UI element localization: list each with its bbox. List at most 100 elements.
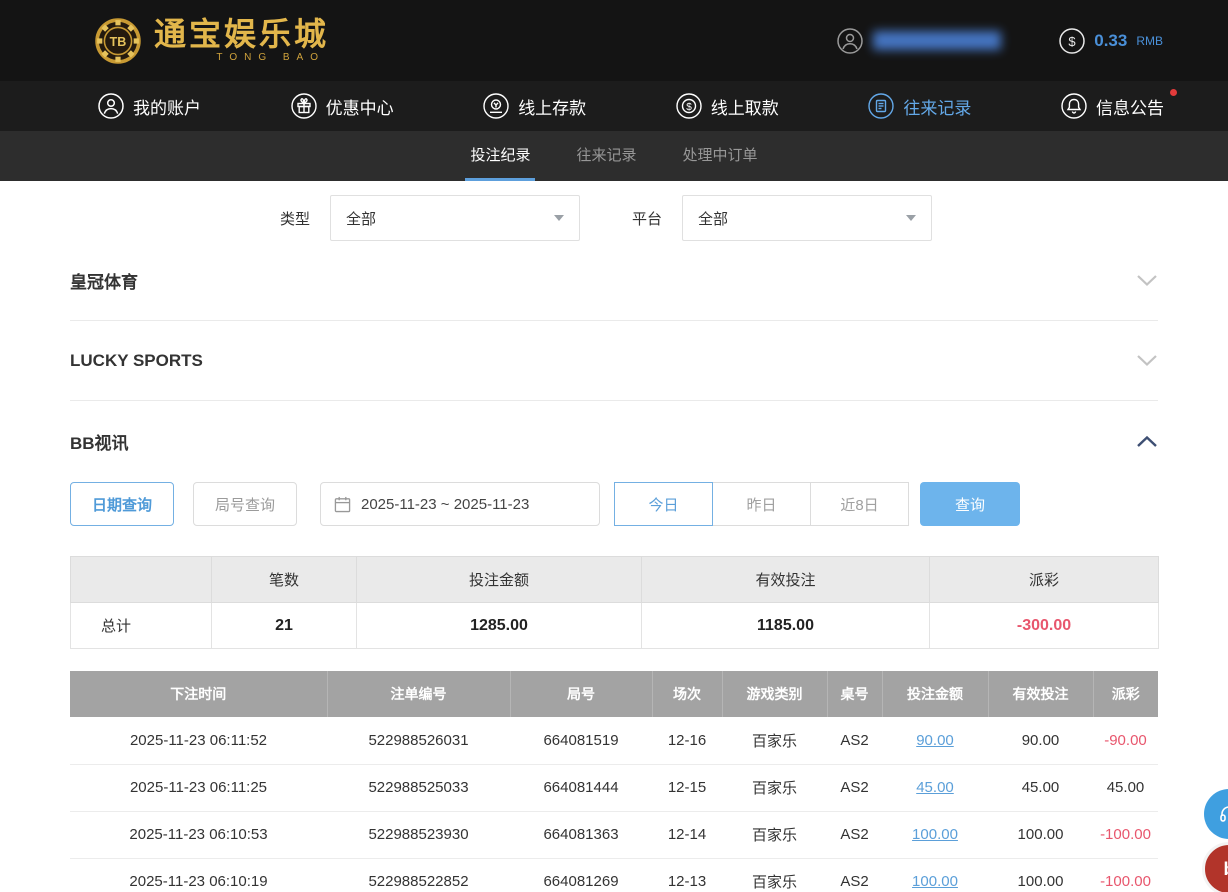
svg-text:$: $	[1069, 34, 1077, 49]
bet-amount-link[interactable]: 45.00	[882, 764, 988, 811]
bell-icon	[1061, 93, 1087, 119]
section-crown-sports[interactable]: 皇冠体育	[70, 241, 1158, 321]
balance-group[interactable]: $ 0.33 RMB	[1059, 28, 1163, 54]
svg-text:$: $	[686, 102, 692, 113]
table-no-cell: AS2	[827, 811, 882, 858]
nav-item-my-account[interactable]: 我的账户	[98, 93, 201, 119]
table-row: 2025-11-23 06:10:53 522988523930 6640813…	[70, 811, 1158, 858]
order-id-cell: 522988526031	[327, 717, 510, 764]
table-row: 2025-11-23 06:11:52 522988526031 6640815…	[70, 717, 1158, 764]
game-type-cell: 百家乐	[722, 764, 827, 811]
casino-chip-icon: TB	[95, 18, 141, 64]
bet-amount-link[interactable]: 100.00	[882, 811, 988, 858]
summary-header-bet-amount: 投注金额	[357, 557, 642, 603]
search-button[interactable]: 查询	[920, 482, 1020, 526]
nav-item-deposit[interactable]: 线上存款	[483, 93, 586, 119]
round-id-cell: 664081444	[510, 764, 652, 811]
bet-amount-link[interactable]: 90.00	[882, 717, 988, 764]
bet-time-cell: 2025-11-23 06:11:52	[70, 717, 327, 764]
brand-logo[interactable]: TB 通宝娱乐城 TONG BAO	[95, 18, 329, 64]
col-header-bet-amount: 投注金额	[882, 671, 988, 717]
last8days-button[interactable]: 近8日	[810, 482, 909, 526]
payout-cell: -100.00	[1093, 811, 1158, 858]
platform-filter-value: 全部	[698, 208, 728, 229]
valid-bet-cell: 100.00	[988, 811, 1093, 858]
round-id-cell: 664081519	[510, 717, 652, 764]
bet-records-table: 下注时间 注单编号 局号 场次 游戏类别 桌号 投注金额 有效投注 派彩 202…	[70, 671, 1158, 892]
withdraw-icon: $	[676, 93, 702, 119]
chevron-down-icon	[1136, 274, 1158, 287]
summary-table: 笔数 投注金额 有效投注 派彩 总计 21 1285.00 1185.00 -3…	[70, 556, 1159, 649]
game-type-cell: 百家乐	[722, 717, 827, 764]
session-cell: 12-16	[652, 717, 722, 764]
section-title: LUCKY SPORTS	[70, 351, 203, 371]
brand-text: 通宝娱乐城 TONG BAO	[154, 18, 329, 64]
bet-time-cell: 2025-11-23 06:11:25	[70, 764, 327, 811]
tab-bet-records[interactable]: 投注纪录	[470, 131, 530, 181]
tab-processing-orders[interactable]: 处理中订单	[683, 131, 758, 181]
session-cell: 12-13	[652, 858, 722, 892]
yesterday-button[interactable]: 昨日	[712, 482, 811, 526]
round-id-cell: 664081363	[510, 811, 652, 858]
balance-value: 0.33	[1094, 31, 1127, 51]
notification-dot	[1170, 89, 1177, 96]
summary-header-row: 笔数 投注金额 有效投注 派彩	[71, 557, 1159, 603]
session-cell: 12-14	[652, 811, 722, 858]
gift-icon	[291, 93, 317, 119]
query-bar: 日期查询 局号查询 2025-11-23 ~ 2025-11-23 今日 昨日 …	[70, 481, 1158, 527]
filter-row: 类型 全部 平台 全部	[280, 195, 1158, 241]
username-redacted[interactable]	[873, 31, 1001, 50]
date-query-button[interactable]: 日期查询	[70, 482, 174, 526]
date-range-picker[interactable]: 2025-11-23 ~ 2025-11-23	[320, 482, 600, 526]
nav-label: 线上取款	[711, 94, 779, 119]
order-id-cell: 522988522852	[327, 858, 510, 892]
main-content: 类型 全部 平台 全部 皇冠体育 LUCKY SPORTS BB视讯 日期查询 …	[0, 195, 1228, 892]
type-filter-label: 类型	[280, 208, 310, 229]
payout-cell: -100.00	[1093, 858, 1158, 892]
section-bb-video[interactable]: BB视讯	[70, 401, 1158, 481]
valid-bet-cell: 100.00	[988, 858, 1093, 892]
nav-item-withdraw[interactable]: $ 线上取款	[676, 93, 779, 119]
platform-filter-dropdown[interactable]: 全部	[682, 195, 932, 241]
nav-item-records[interactable]: 往来记录	[868, 93, 971, 119]
top-header: TB 通宝娱乐城 TONG BAO $ 0.33 RMB	[0, 0, 1228, 81]
table-no-cell: AS2	[827, 858, 882, 892]
chevron-up-icon	[1136, 435, 1158, 448]
user-area: $ 0.33 RMB	[837, 28, 1163, 54]
summary-payout-value: -300.00	[930, 603, 1159, 649]
tab-transaction-records[interactable]: 往来记录	[576, 131, 636, 181]
session-cell: 12-15	[652, 764, 722, 811]
summary-header-valid-bet: 有效投注	[642, 557, 930, 603]
section-lucky-sports[interactable]: LUCKY SPORTS	[70, 321, 1158, 401]
day-shortcut-group: 今日 昨日 近8日	[615, 482, 909, 526]
balance-currency: RMB	[1136, 34, 1163, 48]
table-header-row: 下注时间 注单编号 局号 场次 游戏类别 桌号 投注金额 有效投注 派彩	[70, 671, 1158, 717]
headset-icon	[1218, 803, 1228, 825]
main-nav: 我的账户 优惠中心 线上存款 $ 线上取款	[0, 81, 1228, 131]
summary-header-empty	[71, 557, 212, 603]
bet-amount-link[interactable]: 100.00	[882, 858, 988, 892]
nav-label: 往来记录	[903, 94, 971, 119]
payout-cell: 45.00	[1093, 764, 1158, 811]
summary-valid-bet-value: 1185.00	[642, 603, 930, 649]
nav-item-promotions[interactable]: 优惠中心	[291, 93, 394, 119]
game-type-cell: 百家乐	[722, 811, 827, 858]
nav-item-announcements[interactable]: 信息公告	[1061, 93, 1164, 119]
summary-total-label: 总计	[71, 603, 212, 649]
summary-total-row: 总计 21 1285.00 1185.00 -300.00	[71, 603, 1159, 649]
col-header-order-id: 注单编号	[327, 671, 510, 717]
round-query-button[interactable]: 局号查询	[193, 482, 297, 526]
summary-bet-amount-value: 1285.00	[357, 603, 642, 649]
valid-bet-cell: 90.00	[988, 717, 1093, 764]
deposit-icon	[483, 93, 509, 119]
nav-label: 优惠中心	[326, 94, 394, 119]
user-avatar-icon[interactable]	[837, 28, 863, 54]
chevron-down-icon	[1136, 354, 1158, 367]
type-filter-dropdown[interactable]: 全部	[330, 195, 580, 241]
today-button[interactable]: 今日	[614, 482, 713, 526]
col-header-round-id: 局号	[510, 671, 652, 717]
nav-label: 信息公告	[1096, 94, 1164, 119]
col-header-session: 场次	[652, 671, 722, 717]
dollar-icon: $	[1059, 28, 1085, 54]
summary-header-payout: 派彩	[930, 557, 1159, 603]
